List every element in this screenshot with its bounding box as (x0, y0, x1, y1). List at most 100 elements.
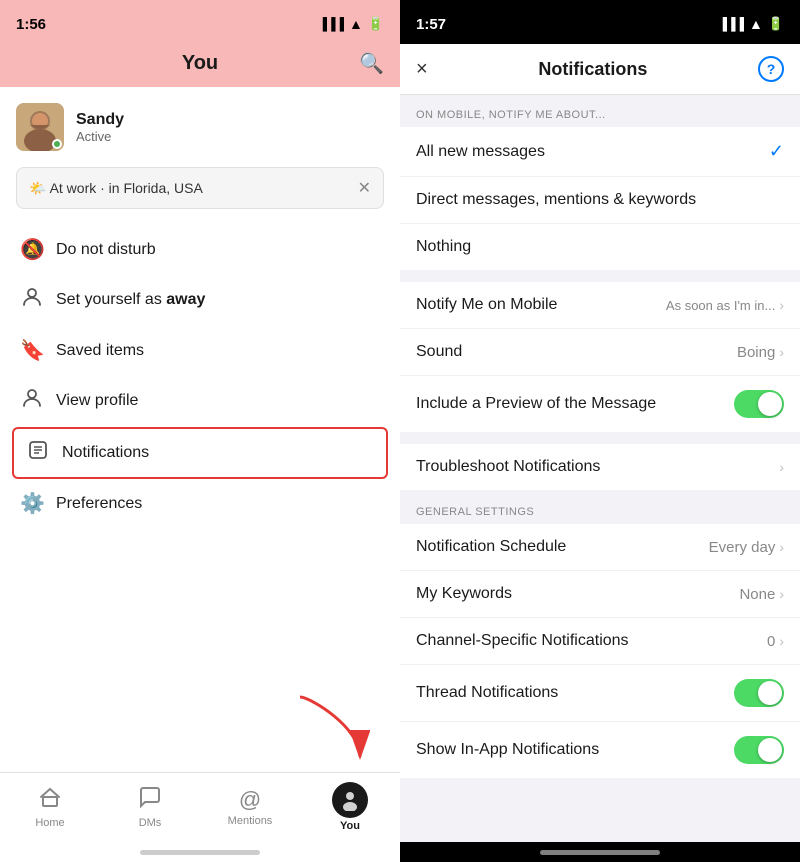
menu-item-do-not-disturb[interactable]: 🔕 Do not disturb (0, 225, 400, 274)
sound-right: Boing › (737, 344, 784, 361)
search-icon[interactable]: 🔍 (359, 51, 384, 76)
menu-label-do-not-disturb: Do not disturb (56, 241, 156, 259)
notify-option-direct-messages[interactable]: Direct messages, mentions & keywords (400, 177, 800, 224)
do-not-disturb-icon: 🔕 (20, 237, 44, 262)
right-time: 1:57 (416, 16, 446, 33)
left-title: You (182, 52, 218, 75)
menu-items: 🔕 Do not disturb Set yourself as away 🔖 … (0, 221, 400, 772)
menu-label-set-away: Set yourself as away (56, 291, 205, 309)
close-status-icon[interactable]: ✕ (358, 178, 371, 198)
right-panel: 1:57 ▐▐▐ ▲ 🔋 × Notifications ? On mobile… (400, 0, 800, 862)
nothing-label: Nothing (416, 238, 471, 256)
my-keywords-label: My Keywords (416, 585, 512, 603)
all-messages-label: All new messages (416, 143, 545, 161)
sound-chevron-icon: › (779, 344, 784, 360)
status-message-row[interactable]: 🌤️ At work · in Florida, USA ✕ (16, 167, 384, 209)
right-home-bar (540, 850, 660, 855)
status-message-content: At work · in Florida, USA (50, 180, 203, 196)
sound-value: Boing (737, 344, 775, 361)
thread-notifications-toggle[interactable] (734, 679, 784, 707)
nav-dms[interactable]: DMs (100, 779, 200, 842)
channel-specific-chevron: › (779, 633, 784, 649)
profile-section[interactable]: Sandy Active (0, 87, 400, 167)
notify-mobile-label: Notify Me on Mobile (416, 296, 557, 314)
preferences-icon: ⚙️ (20, 491, 44, 516)
notify-mobile-right: As soon as I'm in... › (666, 297, 784, 313)
signal-icon: ▐▐▐ (318, 17, 344, 31)
nav-mentions-label: Mentions (228, 815, 273, 827)
settings-rows-group: Notify Me on Mobile As soon as I'm in...… (400, 282, 800, 432)
notify-option-all-messages[interactable]: All new messages ✓ (400, 127, 800, 177)
saved-items-icon: 🔖 (20, 338, 44, 363)
avatar (16, 103, 64, 151)
troubleshoot-row[interactable]: Troubleshoot Notifications › (400, 444, 800, 490)
notification-schedule-chevron: › (779, 539, 784, 555)
nav-mentions[interactable]: @ Mentions (200, 779, 300, 842)
menu-label-preferences: Preferences (56, 495, 142, 513)
profile-name: Sandy (76, 111, 124, 129)
nav-home-label: Home (35, 817, 64, 829)
left-time: 1:56 (16, 16, 46, 33)
channel-specific-row[interactable]: Channel-Specific Notifications 0 › (400, 618, 800, 665)
thread-notifications-row[interactable]: Thread Notifications (400, 665, 800, 722)
right-header: × Notifications ? (400, 44, 800, 95)
left-status-bar: 1:56 ▐▐▐ ▲ 🔋 (0, 0, 400, 44)
preview-toggle[interactable] (734, 390, 784, 418)
channel-specific-right: 0 › (767, 633, 784, 650)
channel-specific-value: 0 (767, 633, 775, 650)
notification-schedule-right: Every day › (709, 539, 784, 556)
left-home-indicator (0, 842, 400, 862)
dms-icon (138, 785, 162, 815)
mentions-icon: @ (239, 787, 261, 813)
checkmark-icon: ✓ (769, 141, 784, 162)
active-status-dot (52, 139, 62, 149)
battery-icon: 🔋 (368, 16, 384, 32)
show-inapp-row[interactable]: Show In-App Notifications (400, 722, 800, 778)
menu-item-notifications[interactable]: Notifications (12, 427, 388, 479)
direct-messages-label: Direct messages, mentions & keywords (416, 191, 696, 209)
troubleshoot-group: Troubleshoot Notifications › (400, 444, 800, 490)
channel-specific-label: Channel-Specific Notifications (416, 632, 629, 650)
menu-item-saved-items[interactable]: 🔖 Saved items (0, 326, 400, 375)
preview-row[interactable]: Include a Preview of the Message (400, 376, 800, 432)
status-emoji: 🌤️ (29, 180, 46, 196)
scroll-content: On mobile, notify me about... All new me… (400, 95, 800, 842)
left-status-icons: ▐▐▐ ▲ 🔋 (318, 16, 384, 32)
left-header: You 🔍 (0, 44, 400, 87)
notification-schedule-row[interactable]: Notification Schedule Every day › (400, 524, 800, 571)
menu-label-saved-items: Saved items (56, 342, 144, 360)
help-button[interactable]: ? (758, 56, 784, 82)
wifi-icon: ▲ (349, 16, 363, 32)
sound-label: Sound (416, 343, 462, 361)
nav-home[interactable]: Home (0, 779, 100, 842)
sound-row[interactable]: Sound Boing › (400, 329, 800, 376)
nav-you[interactable]: You (300, 779, 400, 842)
menu-item-view-profile[interactable]: View profile (0, 375, 400, 427)
show-inapp-toggle[interactable] (734, 736, 784, 764)
thread-notifications-label: Thread Notifications (416, 684, 558, 702)
notification-schedule-label: Notification Schedule (416, 538, 566, 556)
troubleshoot-chevron: › (779, 459, 784, 475)
notify-mobile-value: As soon as I'm in... (666, 298, 775, 313)
profile-status: Active (76, 129, 124, 144)
right-status-icons: ▐▐▐ ▲ 🔋 (718, 16, 784, 32)
menu-label-notifications: Notifications (62, 444, 149, 462)
show-inapp-label: Show In-App Notifications (416, 741, 599, 759)
my-keywords-right: None › (739, 586, 784, 603)
troubleshoot-label: Troubleshoot Notifications (416, 458, 600, 476)
my-keywords-value: None (739, 586, 775, 603)
notifications-icon (26, 439, 50, 467)
my-keywords-row[interactable]: My Keywords None › (400, 571, 800, 618)
notification-schedule-value: Every day (709, 539, 776, 556)
general-settings-label: GENERAL SETTINGS (400, 490, 800, 524)
profile-info: Sandy Active (76, 111, 124, 144)
menu-label-view-profile: View profile (56, 392, 138, 410)
nav-you-label: You (340, 820, 360, 832)
notify-option-nothing[interactable]: Nothing (400, 224, 800, 270)
menu-item-set-away[interactable]: Set yourself as away (0, 274, 400, 326)
close-button[interactable]: × (416, 58, 428, 81)
set-away-icon (20, 286, 44, 314)
notify-mobile-row[interactable]: Notify Me on Mobile As soon as I'm in...… (400, 282, 800, 329)
wifi-icon-right: ▲ (749, 16, 763, 32)
menu-item-preferences[interactable]: ⚙️ Preferences (0, 479, 400, 528)
